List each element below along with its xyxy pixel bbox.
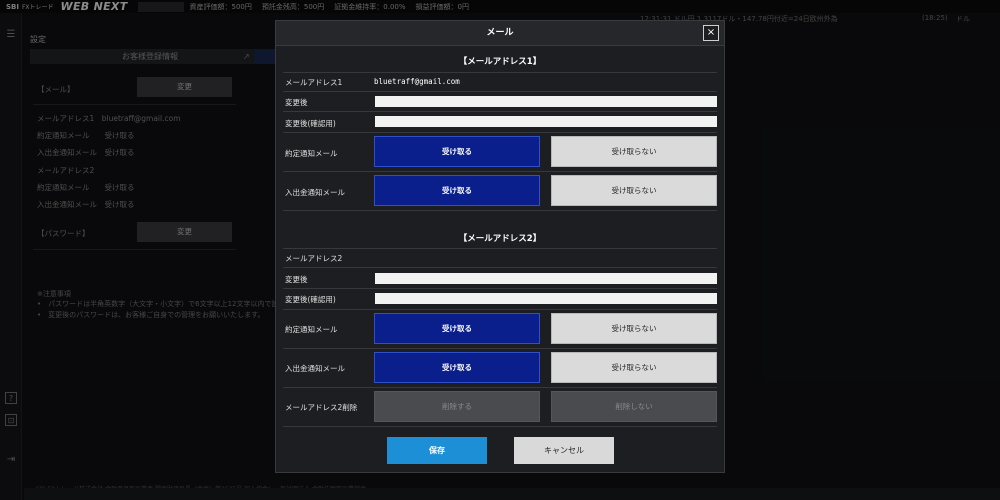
divider [283,309,717,310]
address2-new-input[interactable] [375,273,717,284]
address1-new-label: 変更後 [285,98,308,107]
address2-label: メールアドレス2 [285,254,343,263]
divider [283,72,717,73]
keep-address2-button[interactable]: 削除しない [551,391,717,422]
deposit1-receive-button[interactable]: 受け取る [374,175,540,206]
divider [283,111,717,112]
trade2-label: 約定通知メール [285,325,338,334]
divider [283,91,717,92]
delete-address2-button[interactable]: 削除する [374,391,540,422]
address1-label: メールアドレス1 [285,78,343,87]
divider [283,288,717,289]
trade2-receive-button[interactable]: 受け取る [374,313,540,344]
trade1-receive-button[interactable]: 受け取る [374,136,540,167]
address2-delete-label: メールアドレス2削除 [285,403,358,412]
divider [283,171,717,172]
section2-title: 【メールアドレス2】 [458,234,542,244]
mail-settings-modal: メール × 【メールアドレス1】 メールアドレス1 bluetraff@gmai… [275,20,725,473]
address1-new-input[interactable] [375,96,717,107]
divider [283,348,717,349]
address1-value: bluetraff@gmail.com [374,77,460,86]
modal-header: メール × [276,21,724,46]
address1-confirm-label: 変更後(確認用) [285,119,336,128]
address2-confirm-input[interactable] [375,293,717,304]
modal-title: メール [486,28,514,38]
close-icon[interactable]: × [703,25,719,41]
trade2-not-receive-button[interactable]: 受け取らない [551,313,717,344]
divider [283,387,717,388]
divider [283,210,717,211]
divider [283,132,717,133]
cancel-button[interactable]: キャンセル [514,437,614,464]
deposit1-label: 入出金通知メール [285,188,345,197]
divider [283,267,717,268]
deposit1-not-receive-button[interactable]: 受け取らない [551,175,717,206]
section1-title: 【メールアドレス1】 [458,57,542,67]
trade1-not-receive-button[interactable]: 受け取らない [551,136,717,167]
address2-confirm-label: 変更後(確認用) [285,295,336,304]
divider [283,248,717,249]
deposit2-label: 入出金通知メール [285,364,345,373]
trade1-label: 約定通知メール [285,149,338,158]
deposit2-receive-button[interactable]: 受け取る [374,352,540,383]
divider [283,426,717,427]
address2-new-label: 変更後 [285,275,308,284]
deposit2-not-receive-button[interactable]: 受け取らない [551,352,717,383]
address1-confirm-input[interactable] [375,116,717,127]
save-button[interactable]: 保存 [387,437,487,464]
